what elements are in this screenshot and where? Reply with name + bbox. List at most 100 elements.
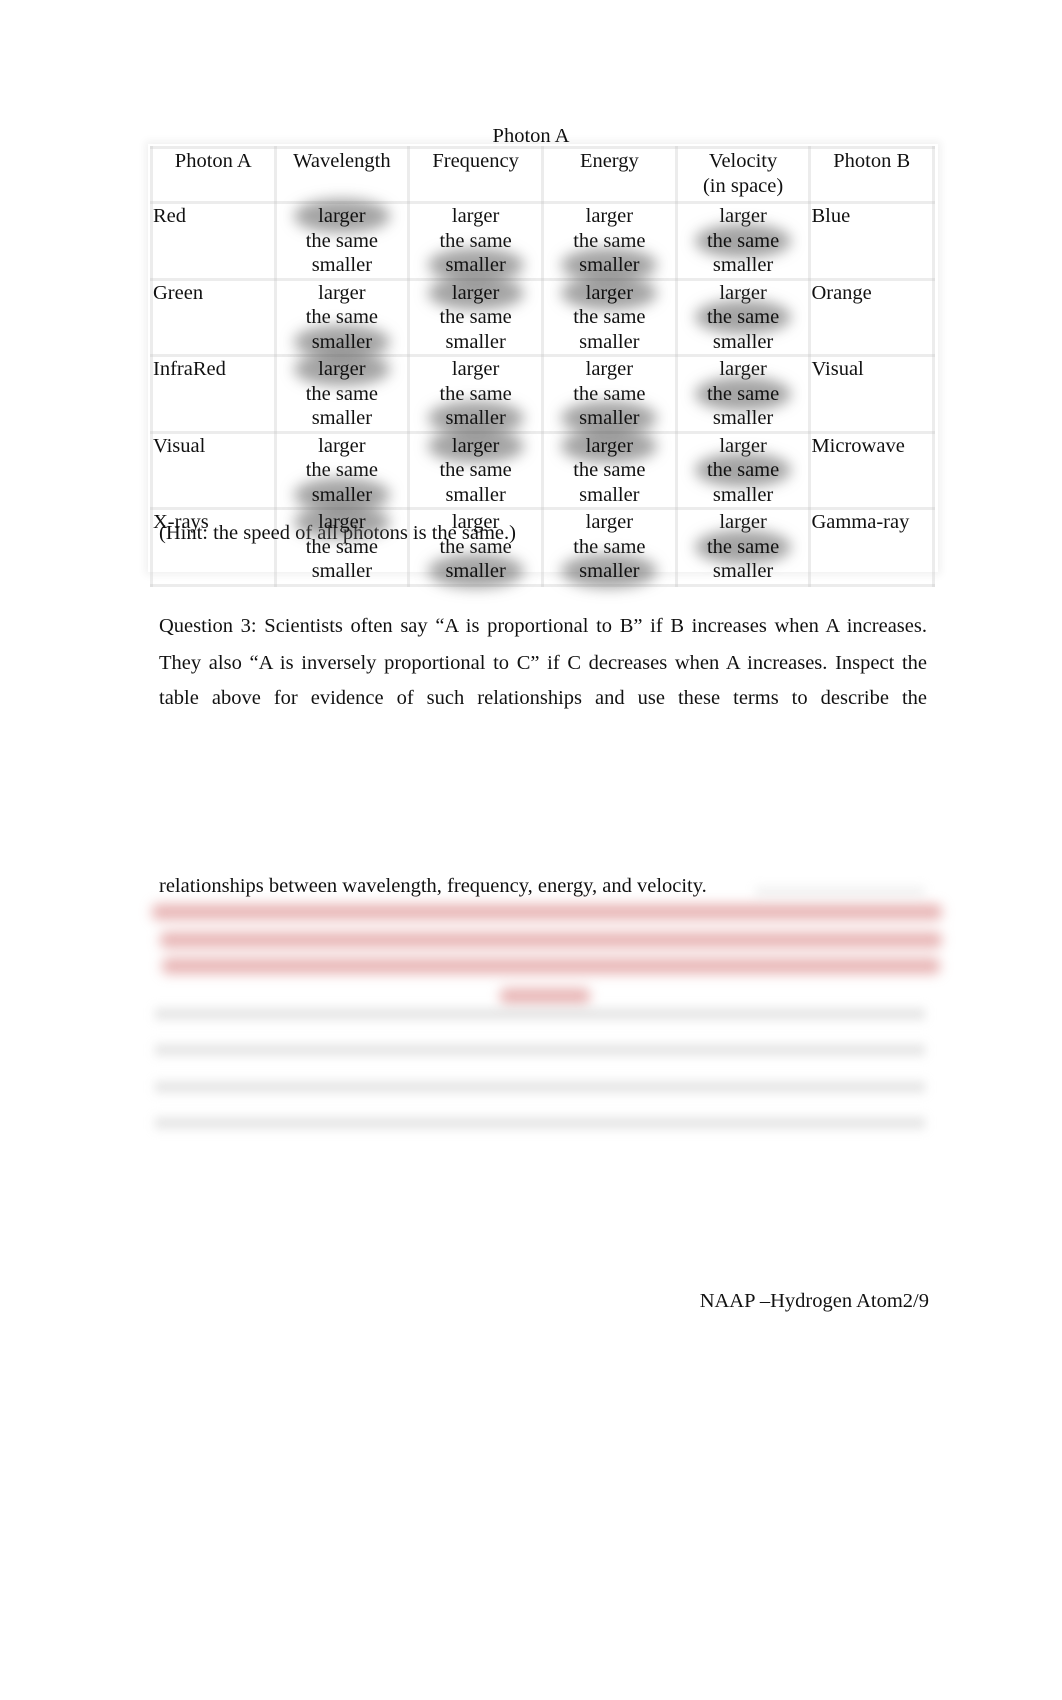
wavelength-choice-cell: larger the same smaller (273, 277, 411, 357)
answer-blurred-text (150, 898, 950, 1008)
energy-choice-cell: larger the same smaller (540, 201, 678, 281)
choice-the-same[interactable]: the same (544, 458, 675, 483)
choice-smaller[interactable]: smaller (410, 330, 541, 355)
frequency-choice-cell: larger the same smaller (407, 430, 544, 510)
answer-line (155, 1117, 925, 1129)
choice-larger-circled[interactable]: larger (277, 204, 408, 229)
table-row: Green larger the same smaller larger the same… (150, 277, 935, 357)
choice-larger[interactable]: larger (410, 204, 541, 229)
energy-choice-cell: larger the same smaller (540, 354, 678, 434)
choice-the-same[interactable]: the same (410, 305, 541, 330)
header-wavelength: Wavelength (273, 146, 411, 204)
choice-smaller[interactable]: smaller (410, 483, 541, 508)
choice-smaller-circled[interactable]: smaller (277, 483, 408, 508)
choice-larger[interactable]: larger (410, 510, 541, 535)
velocity-choice-cell: larger the same smaller (674, 354, 812, 434)
photon-b-cell: Blue (808, 201, 935, 281)
photon-b-cell: Gamma-ray (808, 507, 935, 587)
question3-line2: They also “A is inversely proportional t… (159, 651, 927, 675)
choice-smaller[interactable]: smaller (277, 406, 408, 431)
choice-smaller-circled[interactable]: smaller (410, 559, 541, 584)
table-row: Visual larger the same smaller larger the sam… (150, 430, 935, 510)
answer-line (155, 1081, 925, 1093)
choice-larger[interactable]: larger (277, 434, 408, 459)
choice-larger[interactable]: larger (544, 204, 675, 229)
choice-larger[interactable]: larger (544, 510, 675, 535)
choice-smaller[interactable]: smaller (678, 559, 809, 584)
choice-the-same[interactable]: the same (544, 305, 675, 330)
photon-a-cell: Visual (150, 430, 277, 510)
table-row: Red larger the same smaller larger the same sm… (150, 201, 935, 281)
frequency-choice-cell: larger the same smaller (407, 507, 544, 587)
choice-smaller-circled[interactable]: smaller (544, 406, 675, 431)
header-photon-a: Photon A (150, 146, 277, 204)
choice-smaller[interactable]: smaller (544, 483, 675, 508)
question3-line2-text: They also “A is inversely proportional t… (159, 652, 927, 674)
answer-line (755, 886, 925, 898)
header-energy: Energy (540, 146, 678, 204)
answer-line (155, 1044, 925, 1056)
choice-the-same[interactable]: the same (277, 229, 408, 254)
choice-the-same-circled[interactable]: the same (678, 535, 809, 560)
photon-b-cell: Visual (808, 354, 935, 434)
choice-larger-circled[interactable]: larger (544, 281, 675, 306)
choice-smaller[interactable]: smaller (544, 330, 675, 355)
photon-a-cell: Red (150, 201, 277, 281)
choice-smaller[interactable]: smaller (678, 483, 809, 508)
choice-larger-circled[interactable]: larger (277, 510, 408, 535)
table-row: X-rays larger the same smaller larger the sam… (150, 507, 935, 587)
choice-larger[interactable]: larger (544, 357, 675, 382)
photon-a-cell: InfraRed (150, 354, 277, 434)
header-photon-b: Photon B (808, 146, 935, 204)
choice-larger-circled[interactable]: larger (410, 434, 541, 459)
choice-the-same[interactable]: the same (410, 458, 541, 483)
choice-larger-circled[interactable]: larger (544, 434, 675, 459)
choice-smaller[interactable]: smaller (678, 253, 809, 278)
choice-the-same-circled[interactable]: the same (678, 382, 809, 407)
header-velocity-line2: (in space) (702, 174, 784, 197)
choice-smaller[interactable]: smaller (277, 253, 408, 278)
table-row: InfraRed larger the same smaller larger the s… (150, 354, 935, 434)
question3-line3-text: table above for evidence of such relatio… (159, 687, 927, 709)
wavelength-choice-cell: larger the same smaller (273, 354, 411, 434)
header-velocity-line1: Velocity (708, 150, 778, 172)
photon-a-cell: Green (150, 277, 277, 357)
choice-smaller-circled[interactable]: smaller (544, 559, 675, 584)
document-page: Photon A Photon A Wavelength Frequency E… (0, 0, 1062, 1700)
velocity-choice-cell: larger the same smaller (674, 201, 812, 281)
choice-larger-circled[interactable]: larger (410, 281, 541, 306)
choice-smaller-circled[interactable]: smaller (544, 253, 675, 278)
choice-smaller[interactable]: smaller (277, 559, 408, 584)
photon-a-cell: X-rays (150, 507, 277, 587)
question3-line3: table above for evidence of such relatio… (159, 686, 927, 710)
frequency-choice-cell: larger the same smaller (407, 277, 544, 357)
velocity-choice-cell: larger the same smaller (674, 507, 812, 587)
choice-larger-circled[interactable]: larger (277, 357, 408, 382)
choice-the-same[interactable]: the same (277, 382, 408, 407)
choice-smaller[interactable]: smaller (678, 406, 809, 431)
choice-smaller-circled[interactable]: smaller (277, 330, 408, 355)
choice-the-same-circled[interactable]: the same (678, 305, 809, 330)
photon-b-cell: Orange (808, 277, 935, 357)
choice-the-same[interactable]: the same (277, 535, 408, 560)
answer-line (155, 1008, 925, 1020)
energy-choice-cell: larger the same smaller (540, 430, 678, 510)
choice-larger[interactable]: larger (410, 357, 541, 382)
choice-the-same-circled[interactable]: the same (678, 458, 809, 483)
choice-smaller-circled[interactable]: smaller (410, 406, 541, 431)
choice-the-same-circled[interactable]: the same (678, 229, 809, 254)
energy-choice-cell: larger the same smaller (540, 507, 678, 587)
wavelength-choice-cell: larger the same smaller (273, 201, 411, 281)
header-frequency: Frequency (407, 146, 544, 204)
frequency-choice-cell: larger the same smaller (407, 201, 544, 281)
photon-b-cell: Microwave (808, 430, 935, 510)
choice-smaller-circled[interactable]: smaller (410, 253, 541, 278)
frequency-choice-cell: larger the same smaller (407, 354, 544, 434)
choice-larger[interactable]: larger (277, 281, 408, 306)
choice-smaller[interactable]: smaller (678, 330, 809, 355)
table-header-row: Photon A Wavelength Frequency Energy Vel… (150, 146, 935, 204)
header-velocity: Velocity (in space) (674, 146, 812, 204)
question3-line1: Question 3: Scientists often say “A is p… (159, 614, 927, 638)
question3-line1-text: Question 3: Scientists often say “A is p… (159, 615, 927, 637)
energy-choice-cell: larger the same smaller (540, 277, 678, 357)
